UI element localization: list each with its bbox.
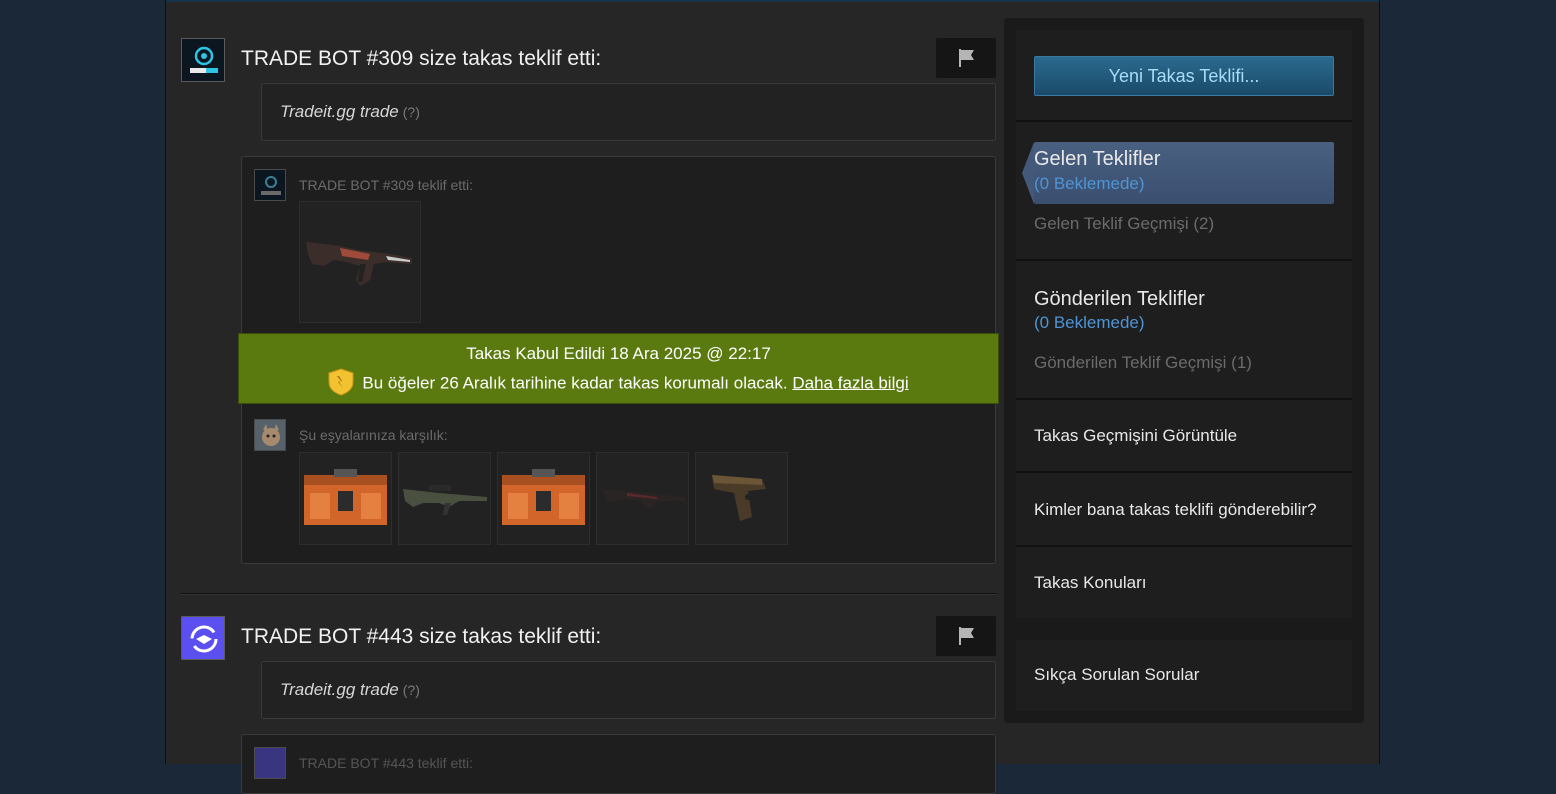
tab-incoming-offers[interactable]: Gelen Teklifler (0 Beklemede) [1022,142,1334,204]
offered-items-label: TRADE BOT #443 teklif etti: [299,755,474,771]
trade-bot-avatar[interactable] [181,38,225,82]
sent-history-link[interactable]: Gönderilen Teklif Geçmişi (1) [1034,353,1252,373]
rifle-icon [306,242,412,286]
in-return-label: Şu eşyalarınıza karşılık: [299,427,448,443]
item-case-2[interactable] [497,452,590,545]
new-trade-offer-button[interactable]: Yeni Takas Teklifi... [1034,56,1334,96]
message-text: Tradeit.gg trade [280,102,399,121]
case-icon [502,469,585,525]
learn-more-link[interactable]: Daha fazla bilgi [792,373,908,392]
offer-title: TRADE BOT #443 size takas teklif etti: [241,625,602,648]
pistol-icon [712,475,766,521]
item-case-1[interactable] [299,452,392,545]
help-link[interactable]: (?) [403,104,420,120]
sniper-icon [403,485,487,515]
shield-icon [328,368,354,396]
item-ak47[interactable] [299,201,421,323]
user-small-avatar [254,419,286,451]
trade-accepted-banner: Takas Kabul Edildi 18 Ara 2025 @ 22:17 B… [238,333,999,404]
flag-icon [959,627,974,645]
incoming-pending: (0 Beklemede) [1034,174,1145,193]
incoming-title: Gelen Teklifler [1034,148,1161,170]
incoming-history-link[interactable]: Gelen Teklif Geçmişi (2) [1034,214,1214,234]
rifle-icon [603,489,685,509]
protection-text: Bu öğeler 26 Aralık tarihine kadar takas… [362,373,788,393]
report-flag-button[interactable] [936,38,996,78]
accepted-status: Takas Kabul Edildi 18 Ara 2025 @ 22:17 [466,344,771,363]
flag-icon [959,49,974,67]
tab-sent-offers[interactable]: Gönderilen Teklifler [1034,288,1205,311]
bot-small-avatar [254,747,286,779]
sent-pending: (0 Beklemede) [1034,313,1145,332]
trade-bot-avatar[interactable] [181,616,225,660]
offer-message: Tradeit.gg trade (?) [261,661,996,719]
trade-topics-link[interactable]: Takas Konuları [1034,573,1146,593]
item-dark-rifle[interactable] [596,452,689,545]
view-trade-history-link[interactable]: Takas Geçmişini Görüntüle [1034,426,1237,446]
faq-link[interactable]: Sıkça Sorulan Sorular [1034,665,1199,685]
report-flag-button[interactable] [936,616,996,656]
item-pistol[interactable] [695,452,788,545]
offer-separator [181,593,996,595]
help-link[interactable]: (?) [403,682,420,698]
offer-message: Tradeit.gg trade (?) [261,83,996,141]
item-sniper-rifle[interactable] [398,452,491,545]
offered-items-label: TRADE BOT #309 teklif etti: [299,177,474,193]
trade-protection-notice: Bu öğeler 26 Aralık tarihine kadar takas… [239,368,998,398]
trade-offers-sidebar: Yeni Takas Teklifi... Gelen Teklifler (0… [1004,18,1364,723]
offer-title: TRADE BOT #309 size takas teklif etti: [241,47,602,70]
case-icon [304,469,387,525]
active-tab-arrow [1022,142,1034,204]
message-text: Tradeit.gg trade [280,680,399,699]
top-divider [166,0,1379,2]
trade-items-box: TRADE BOT #443 teklif etti: [241,734,996,794]
new-offer-block: Yeni Takas Teklifi... [1016,30,1352,120]
who-can-send-link[interactable]: Kimler bana takas teklifi gönderebilir? [1034,500,1317,520]
bot-small-avatar [254,169,286,201]
